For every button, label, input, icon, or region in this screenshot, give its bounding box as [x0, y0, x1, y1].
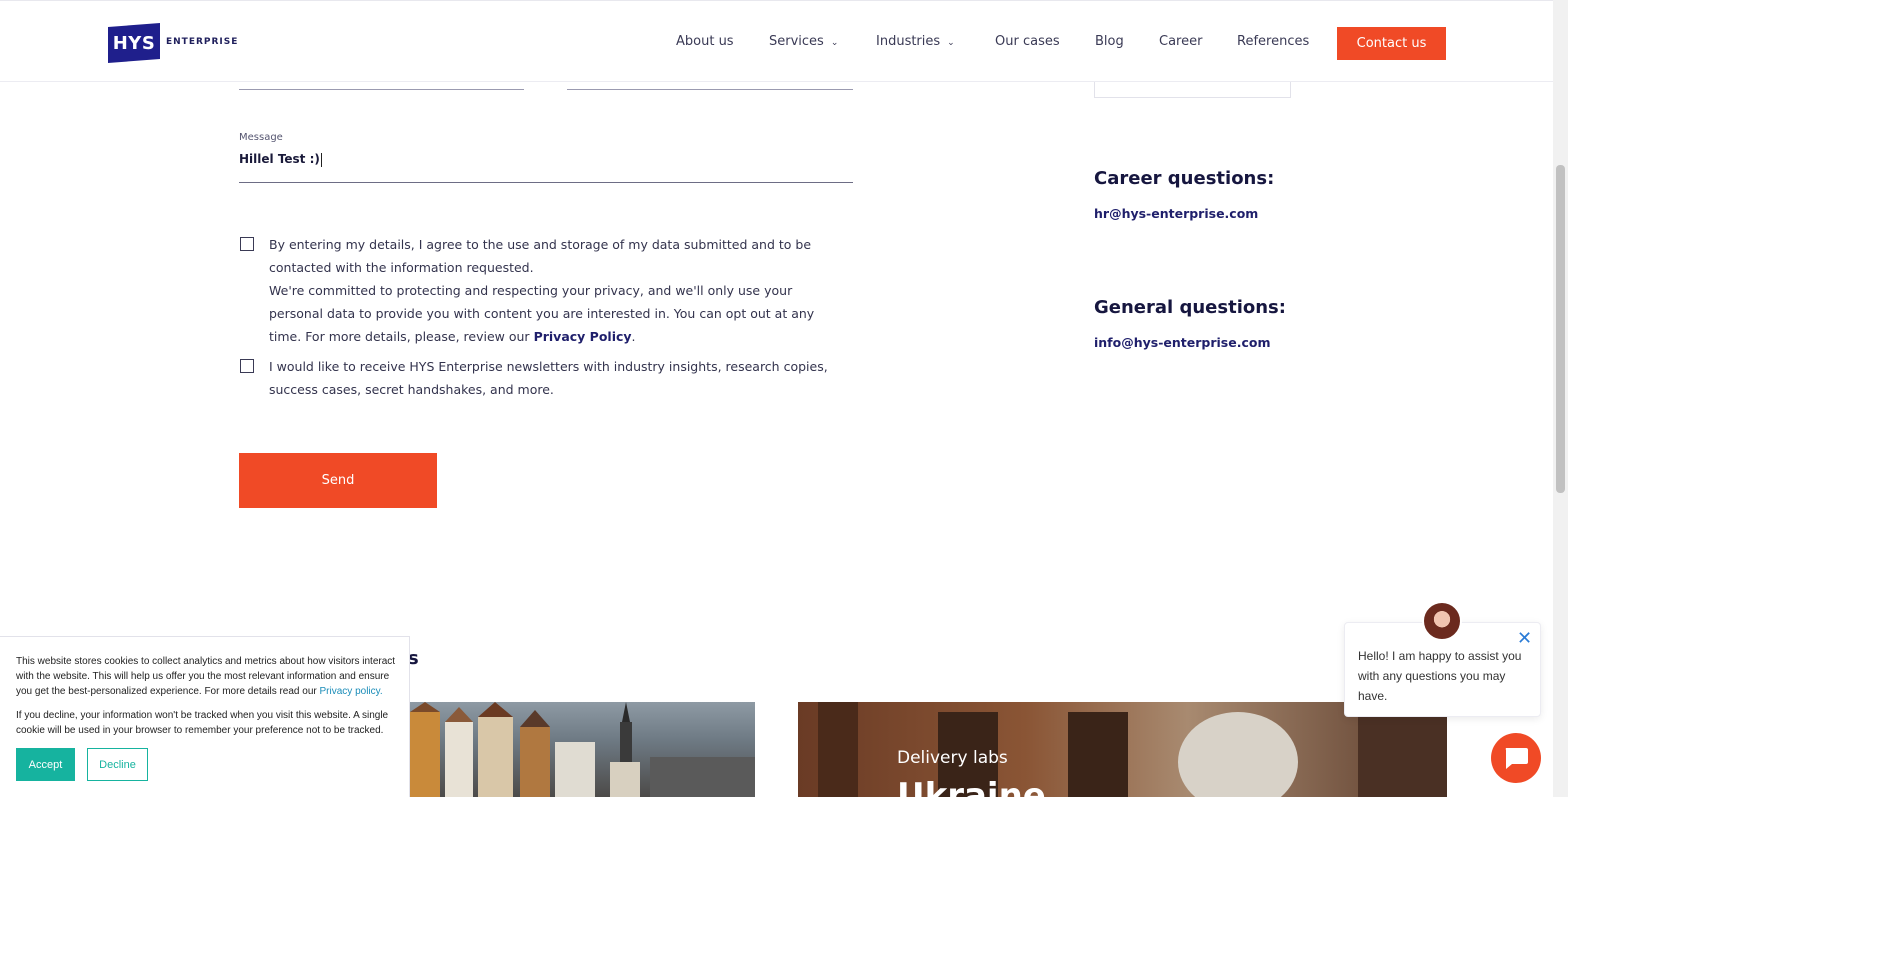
- nav-services[interactable]: Services ⌄: [769, 34, 838, 49]
- logo-mark: HYS: [108, 23, 160, 63]
- career-email-link[interactable]: hr@hys-enterprise.com: [1094, 206, 1258, 221]
- career-heading: Career questions:: [1094, 168, 1275, 189]
- nav-our-cases[interactable]: Our cases: [995, 34, 1060, 49]
- newsletter-checkbox[interactable]: [240, 359, 254, 373]
- chat-greeting-text: Hello! I am happy to assist you with any…: [1358, 649, 1522, 703]
- chat-icon: [1505, 748, 1528, 769]
- message-input[interactable]: Hillel Test :): [239, 152, 322, 167]
- general-email-link[interactable]: info@hys-enterprise.com: [1094, 335, 1270, 350]
- site-header: HYS ENTERPRISE About us Services ⌄ Indust…: [0, 0, 1553, 82]
- first-field-underline[interactable]: [239, 88, 524, 90]
- nav-services-label: Services: [769, 34, 824, 49]
- nav-career[interactable]: Career: [1159, 34, 1202, 49]
- logo-text: ENTERPRISE: [166, 37, 239, 47]
- accept-cookies-button[interactable]: Accept: [16, 748, 75, 781]
- consent-checkbox[interactable]: [240, 237, 254, 251]
- scrollbar-thumb[interactable]: [1556, 165, 1565, 493]
- privacy-policy-link[interactable]: Privacy Policy: [534, 329, 632, 344]
- nav-about-us[interactable]: About us: [676, 34, 734, 49]
- cookie-banner: This website stores cookies to collect a…: [0, 636, 410, 797]
- location-image-left[interactable]: [410, 702, 755, 797]
- send-button[interactable]: Send: [239, 453, 437, 508]
- nav-blog[interactable]: Blog: [1095, 34, 1124, 49]
- message-label: Message: [239, 132, 283, 143]
- general-heading: General questions:: [1094, 297, 1286, 318]
- second-field-underline[interactable]: [567, 88, 853, 90]
- cookie-text-1: This website stores cookies to collect a…: [16, 654, 396, 699]
- city-skyline-image: [410, 702, 755, 797]
- message-underline: [239, 182, 853, 183]
- close-icon[interactable]: ✕: [1517, 630, 1532, 648]
- nav-industries-label: Industries: [876, 34, 941, 49]
- newsletter-text: I would like to receive HYS Enterprise n…: [269, 359, 828, 397]
- cookie-text-2: If you decline, your information won't b…: [16, 710, 389, 736]
- nav-industries[interactable]: Industries ⌄: [876, 34, 955, 49]
- cookie-privacy-link[interactable]: Privacy policy.: [320, 686, 383, 697]
- chevron-down-icon: ⌄: [830, 38, 839, 48]
- page-scrollbar[interactable]: [1553, 0, 1568, 797]
- consent-text-1: By entering my details, I agree to the u…: [269, 237, 812, 275]
- contact-us-button[interactable]: Contact us: [1337, 27, 1446, 60]
- chat-agent-avatar: [1422, 601, 1462, 641]
- chat-launcher-button[interactable]: [1491, 733, 1541, 783]
- nav-references[interactable]: References: [1237, 34, 1309, 49]
- chevron-down-icon: ⌄: [947, 38, 955, 48]
- decline-cookies-button[interactable]: Decline: [87, 748, 148, 781]
- card-label: Delivery labs: [897, 748, 1008, 768]
- consent-text: By entering my details, I agree to the u…: [269, 237, 815, 344]
- card-title: Ukraine: [897, 776, 1046, 797]
